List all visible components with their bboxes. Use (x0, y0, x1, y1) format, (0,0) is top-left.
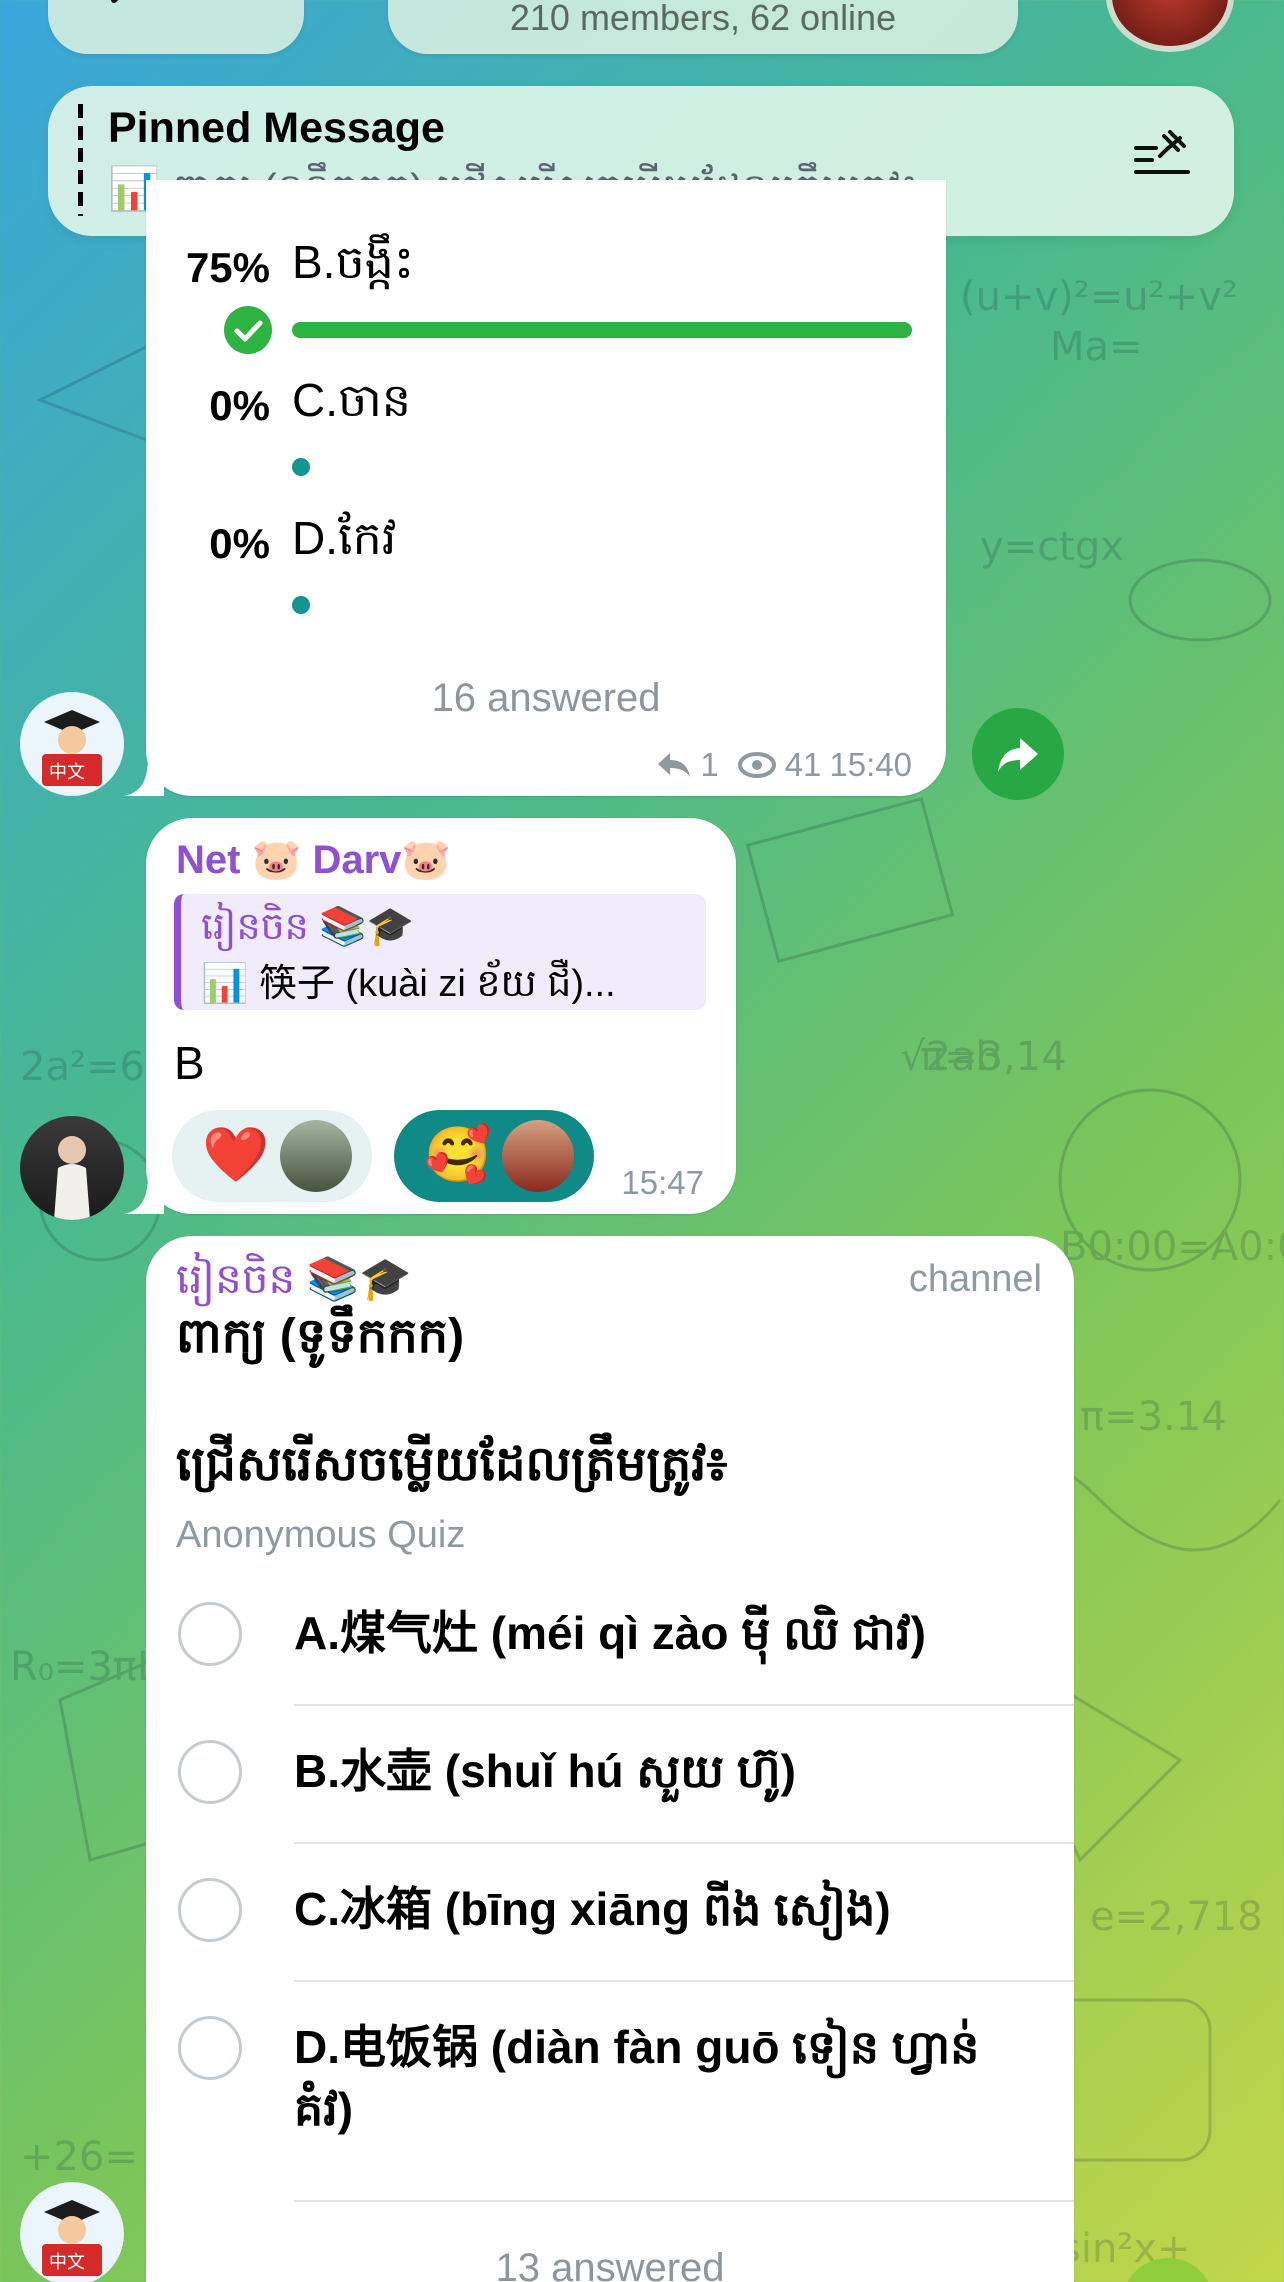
heart-emoji: ❤️ (202, 1125, 270, 1185)
members-status: 210 members, 62 online (509, 0, 897, 38)
option-label: C.冰箱 (bīng xiāng ពីង សៀង) (294, 1883, 891, 1935)
share-button[interactable] (972, 708, 1064, 800)
svg-text:(u+v)²=u²+v²: (u+v)²=u²+v² (960, 274, 1238, 320)
option-label: B.水壶 (shuǐ hú សួយ ហ៊ូ) (294, 1745, 796, 1797)
svg-text:中文: 中文 (49, 2252, 85, 2273)
radio-button[interactable] (178, 1878, 242, 1942)
svg-text:B0:00=A0:0: B0:00=A0:0 (1060, 1224, 1284, 1270)
answered-count[interactable]: 13 answered (146, 2246, 1074, 2282)
quiz-question: ជ្រើសរើសចម្លើយដែលត្រឹមត្រូវ៖ (176, 1438, 728, 1491)
pinned-indicator (78, 104, 83, 216)
result-percent: 75% (185, 244, 270, 291)
quote-source: រៀនចិន 📚🎓 (201, 906, 414, 948)
svg-text:中文: 中文 (49, 762, 85, 783)
answered-count[interactable]: 16 answered (146, 676, 946, 721)
quiz-kind: Anonymous Quiz (176, 1514, 466, 1556)
divider (294, 1842, 1074, 1844)
svg-text:e=2,718: e=2,718 (1090, 1894, 1263, 1940)
sender-name[interactable]: Net 🐷 Darv🐷 (176, 836, 451, 883)
result-label: C.ចាន (292, 374, 411, 426)
channel-tag: channel (908, 1258, 1042, 1300)
reactor-avatar (502, 1120, 574, 1192)
svg-text:π=3.14: π=3.14 (1080, 1394, 1227, 1440)
chevron-left-icon (111, 0, 119, 3)
result-label: B.ចង្កឹះ (292, 236, 415, 288)
svg-text:π=3,14: π=3,14 (920, 1034, 1067, 1080)
svg-text:y=ctgx: y=ctgx (980, 524, 1124, 570)
divider (294, 1980, 1074, 1982)
result-percent: 0% (209, 520, 270, 567)
radio-button[interactable] (178, 2016, 242, 2080)
views-count: 41 (784, 746, 822, 783)
quiz-option-a[interactable]: A.煤气灶 (méi qì zào ម៉ី ឈិ ជាវ) (146, 1602, 1074, 1732)
channel-avatar[interactable]: 中文 (20, 2182, 124, 2282)
radio-button[interactable] (178, 1740, 242, 1804)
quiz-option-b[interactable]: B.水壶 (shuǐ hú សួយ ហ៊ូ) (146, 1740, 1074, 1870)
reply-quote[interactable]: រៀនចិន 📚🎓 📊 筷子 (kuài zi ខ័យ ជឺ)... (174, 894, 706, 1010)
pin-list-icon[interactable] (1130, 126, 1194, 190)
message-text: B (174, 1037, 205, 1089)
smiling-hearts-emoji: 🥰 (424, 1125, 492, 1185)
user-avatar[interactable] (20, 1116, 124, 1220)
reaction-heart[interactable]: ❤️ (172, 1110, 372, 1202)
person-photo (54, 1136, 90, 1220)
back-button[interactable] (48, 0, 304, 54)
svg-text:√2ab: √2ab (900, 1034, 1001, 1080)
svg-text:Ma=: Ma= (1050, 324, 1143, 370)
svg-text:R₀=3πL: R₀=3πL (10, 1644, 160, 1690)
option-label: D.电饭锅 (diàn fàn guō ទៀន ហ្វាន់ គំវ) (294, 2021, 980, 2135)
quiz-title: ពាក្យ (ទូទឹកកក) (176, 1310, 465, 1363)
chat-title-area[interactable]: 210 members, 62 online (388, 0, 1018, 54)
quiz-bubble: រៀនចិន 📚🎓 channel ពាក្យ (ទូទឹកកក) ជ្រើសរ… (146, 1236, 1074, 2282)
quiz-option-c[interactable]: C.冰箱 (bīng xiāng ពីង សៀង) (146, 1878, 1074, 2008)
message-meta: 1 41 15:40 (656, 746, 912, 784)
divider (294, 2200, 1074, 2202)
message-time: 15:40 (829, 746, 912, 783)
svg-text:+26=: +26= (20, 2134, 138, 2180)
quiz-option-d[interactable]: D.电饭锅 (diàn fàn guō ទៀន ហ្វាន់ គំវ) (146, 2016, 1074, 2216)
chat-avatar[interactable] (1106, 0, 1234, 52)
reply-message-bubble: Net 🐷 Darv🐷 រៀនចិន 📚🎓 📊 筷子 (kuài zi ខ័យ … (146, 818, 736, 1214)
reply-count: 1 (700, 746, 719, 783)
forward-source[interactable]: រៀនចិន 📚🎓 (176, 1252, 411, 1314)
quote-text: 📊 筷子 (kuài zi ខ័យ ជឺ)... (201, 963, 616, 1005)
graduate-book-icon: 中文 (20, 692, 124, 796)
poll-result-bubble: 75% B.ចង្កឹះ 0% C.ចាន 0% D.កែវ 16 answer… (146, 180, 946, 796)
reactor-avatar (280, 1120, 352, 1192)
svg-text:2a²=6: 2a²=6 (20, 1044, 145, 1090)
message-time: 15:47 (621, 1164, 704, 1201)
reaction-smiling-hearts[interactable]: 🥰 (394, 1110, 594, 1202)
result-bar (292, 458, 310, 476)
divider (294, 1704, 1074, 1706)
channel-avatar[interactable]: 中文 (20, 692, 124, 796)
result-percent: 0% (209, 382, 270, 429)
result-bar (292, 596, 310, 614)
forward-icon (998, 738, 1038, 772)
bubble-tail (124, 756, 164, 796)
share-button[interactable] (1122, 2258, 1214, 2282)
result-bar (292, 322, 912, 338)
graduate-book-icon: 中文 (20, 2182, 124, 2282)
option-label: A.煤气灶 (méi qì zào ម៉ី ឈិ ជាវ) (294, 1607, 926, 1659)
reply-icon (658, 753, 691, 777)
result-label: D.កែវ (292, 512, 397, 564)
check-icon (224, 306, 272, 354)
radio-button[interactable] (178, 1602, 242, 1666)
bubble-tail (124, 1174, 164, 1214)
views-icon (737, 752, 776, 778)
pinned-title: Pinned Message (108, 104, 445, 152)
